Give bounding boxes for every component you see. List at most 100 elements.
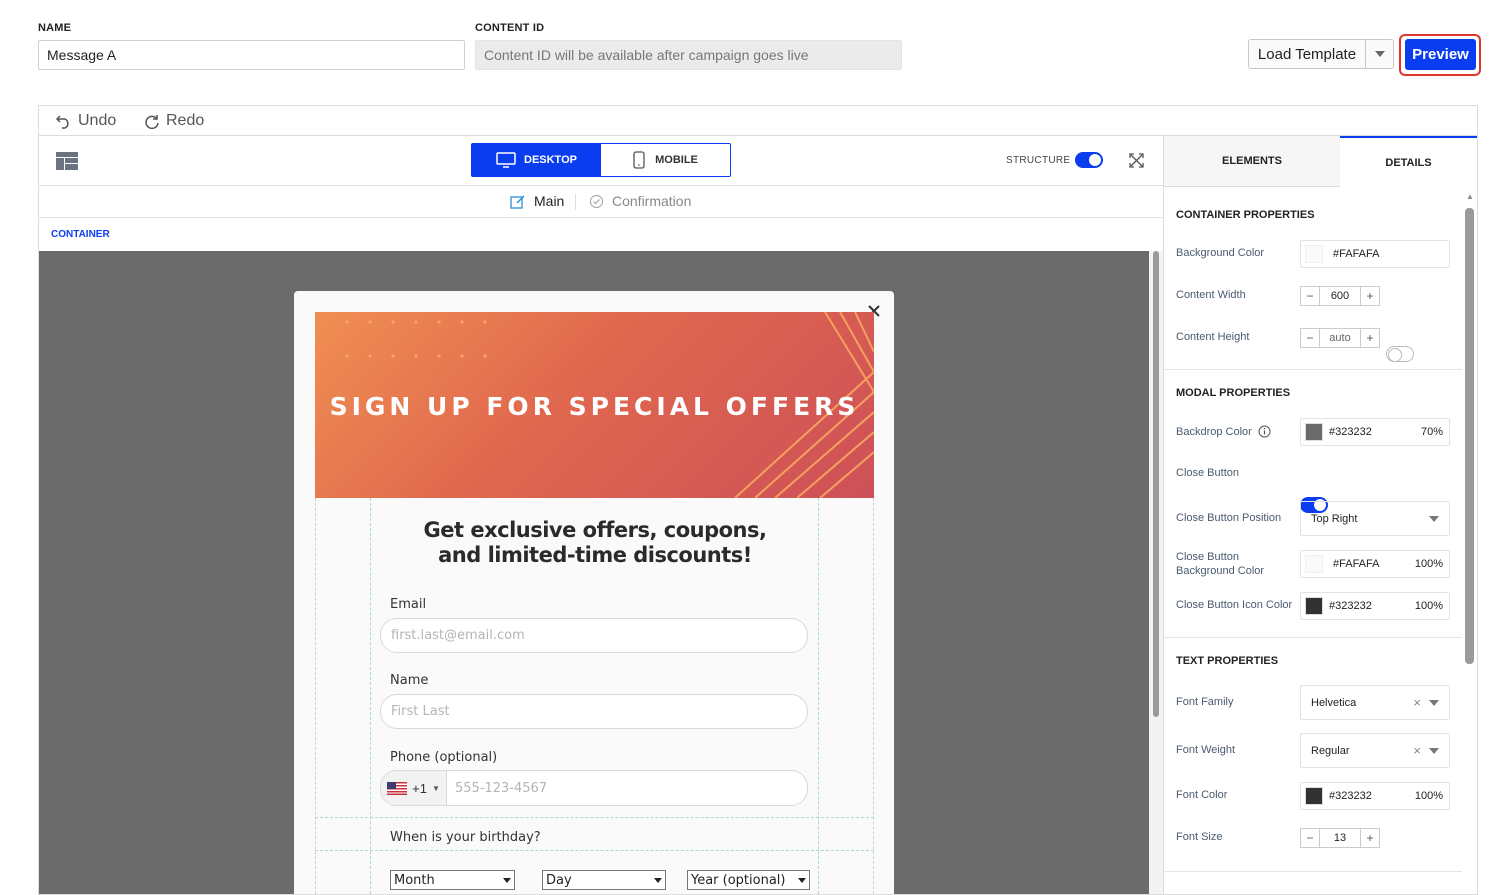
minus-icon[interactable]: − <box>1300 286 1320 306</box>
background-color-field[interactable]: #FAFAFA <box>1300 240 1450 268</box>
close-icon-color-field[interactable]: #323232 100% <box>1300 592 1450 620</box>
section-divider <box>1164 369 1462 370</box>
content-width-value[interactable]: 600 <box>1320 286 1360 306</box>
undo-icon <box>56 115 69 129</box>
minus-icon[interactable]: − <box>1300 328 1320 348</box>
plus-icon[interactable]: + <box>1360 828 1380 848</box>
minus-icon[interactable]: − <box>1300 828 1320 848</box>
panel-scroll-thumb[interactable] <box>1465 208 1474 664</box>
tab-confirmation[interactable]: Confirmation <box>589 193 691 209</box>
email-input[interactable]: first.last@email.com <box>380 618 808 653</box>
breadcrumb[interactable]: CONTAINER <box>51 229 110 240</box>
chevron-down-icon <box>1374 51 1385 57</box>
backdrop-color-swatch[interactable] <box>1305 423 1323 441</box>
font-color-opacity[interactable]: 100% <box>1415 790 1443 802</box>
close-bg-opacity[interactable]: 100% <box>1415 558 1443 570</box>
banner-text: SIGN UP FOR SPECIAL OFFERS <box>329 392 860 421</box>
month-select[interactable]: Month <box>390 870 515 890</box>
redo-icon <box>145 115 159 129</box>
layout-icon[interactable] <box>56 152 78 170</box>
font-family-label: Font Family <box>1176 696 1234 708</box>
undo-button[interactable]: Undo <box>56 112 116 130</box>
us-flag-icon <box>387 781 408 795</box>
monitor-icon <box>496 152 516 168</box>
backdrop-color-label: Backdrop Color <box>1176 425 1252 438</box>
content-height-stepper[interactable]: − auto + <box>1300 328 1380 348</box>
close-position-label: Close Button Position <box>1176 512 1282 524</box>
font-family-select[interactable]: Helvetica × <box>1300 685 1450 720</box>
year-select[interactable]: Year (optional) <box>687 870 810 890</box>
caret-down-icon: ▼ <box>431 783 440 793</box>
day-select[interactable]: Day <box>542 870 666 890</box>
content-width-stepper[interactable]: − 600 + <box>1300 286 1380 306</box>
structure-toggle[interactable] <box>1075 152 1103 168</box>
load-template-button[interactable]: Load Template <box>1248 39 1366 69</box>
content-id-field: Content ID will be available after campa… <box>475 40 902 70</box>
section-divider <box>1164 871 1462 872</box>
font-color-field[interactable]: #323232 100% <box>1300 782 1450 810</box>
close-bg-swatch[interactable] <box>1305 555 1323 573</box>
preview-button[interactable]: Preview <box>1405 39 1476 70</box>
phone-placeholder: 555-123-4567 <box>455 780 548 796</box>
font-weight-label: Font Weight <box>1176 744 1236 756</box>
name-field-input[interactable]: First Last <box>380 694 808 729</box>
background-color-swatch[interactable] <box>1305 245 1323 263</box>
clear-icon[interactable]: × <box>1413 743 1421 758</box>
load-template-dropdown-button[interactable] <box>1365 39 1394 69</box>
redo-button[interactable]: Redo <box>144 112 204 130</box>
font-color-swatch[interactable] <box>1305 787 1323 805</box>
close-icon-value: #323232 <box>1329 600 1372 612</box>
backdrop-opacity[interactable]: 70% <box>1421 426 1443 438</box>
view-switcher: DESKTOP MOBILE <box>471 143 731 177</box>
font-color-value: #323232 <box>1329 790 1372 802</box>
chevron-down-icon <box>1429 747 1439 754</box>
country-code: +1 <box>412 780 427 796</box>
content-height-toggle[interactable] <box>1386 346 1414 362</box>
tab-elements[interactable]: ELEMENTS <box>1164 136 1340 187</box>
close-bg-color-field[interactable]: #FAFAFA 100% <box>1300 550 1450 578</box>
phone-icon <box>633 151 645 169</box>
close-position-value: Top Right <box>1311 512 1358 525</box>
font-size-stepper[interactable]: − 13 + <box>1300 828 1380 848</box>
desktop-view-button[interactable]: DESKTOP <box>472 144 601 176</box>
country-code-select[interactable]: +1 ▼ <box>381 771 447 805</box>
tab-confirmation-label: Confirmation <box>612 193 692 209</box>
tab-details[interactable]: DETAILS <box>1340 136 1477 187</box>
backdrop-color-value: #323232 <box>1329 426 1372 438</box>
info-icon[interactable] <box>1258 425 1271 438</box>
email-label: Email <box>390 597 427 612</box>
font-weight-select[interactable]: Regular × <box>1300 733 1450 768</box>
modal-headline[interactable]: Get exclusive offers, coupons, and limit… <box>400 518 790 568</box>
content-width-label: Content Width <box>1176 289 1246 301</box>
scroll-up-icon[interactable]: ▲ <box>1466 192 1474 201</box>
plus-icon[interactable]: + <box>1360 286 1380 306</box>
chevron-down-icon <box>1429 515 1439 522</box>
canvas-scroll-thumb[interactable] <box>1153 251 1159 717</box>
tab-divider <box>575 194 576 210</box>
birthday-label: When is your birthday? <box>390 830 541 845</box>
font-weight-value: Regular <box>1311 744 1350 757</box>
row-guide-2 <box>315 850 874 851</box>
name-label: NAME <box>38 22 72 34</box>
tab-main[interactable]: Main <box>510 193 564 209</box>
close-icon-color-label: Close Button Icon Color <box>1176 599 1293 611</box>
backdrop-color-field[interactable]: #323232 70% <box>1300 418 1450 446</box>
plus-icon[interactable]: + <box>1360 328 1380 348</box>
close-icon-opacity[interactable]: 100% <box>1415 600 1443 612</box>
banner-image[interactable]: SIGN UP FOR SPECIAL OFFERS <box>315 312 874 498</box>
name-input[interactable]: Message A <box>38 40 465 70</box>
mobile-view-button[interactable]: MOBILE <box>601 144 730 176</box>
close-icon-swatch[interactable] <box>1305 597 1323 615</box>
tab-main-label: Main <box>534 193 565 209</box>
expand-icon[interactable] <box>1129 153 1144 168</box>
modal-properties-heading: MODAL PROPERTIES <box>1176 387 1291 399</box>
backdrop-color-row: Backdrop Color <box>1176 425 1271 438</box>
phone-input[interactable]: +1 ▼ 555-123-4567 <box>380 770 808 806</box>
content-height-value[interactable]: auto <box>1320 328 1360 348</box>
redo-label: Redo <box>166 112 205 129</box>
phone-label: Phone (optional) <box>390 750 498 765</box>
close-position-select[interactable]: Top Right <box>1300 501 1450 536</box>
font-size-value[interactable]: 13 <box>1320 828 1360 848</box>
clear-icon[interactable]: × <box>1413 695 1421 710</box>
close-button-label: Close Button <box>1176 467 1239 479</box>
